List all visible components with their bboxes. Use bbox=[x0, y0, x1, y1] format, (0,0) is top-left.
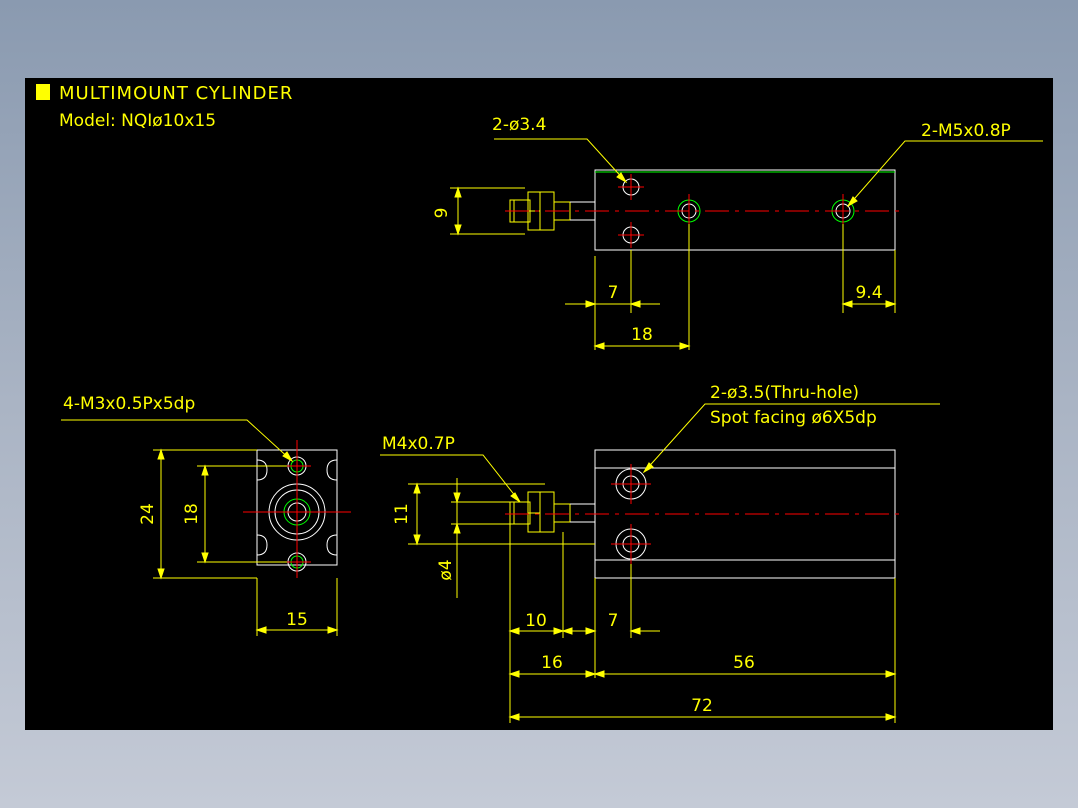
side-dim-rod-dia: ø4 bbox=[436, 559, 456, 580]
end-view: 4-M3x0.5Px5dp 24 18 15 bbox=[61, 394, 351, 636]
side-dim-rod-ext: 10 bbox=[525, 611, 547, 631]
cad-drawing: MULTIMOUNT CYLINDER Model: NQIø10x15 2-ø… bbox=[36, 83, 1043, 723]
top-dim-hole-offset: 7 bbox=[608, 283, 619, 303]
side-dim-thread-length: 11 bbox=[392, 503, 412, 525]
end-taps-callout: 4-M3x0.5Px5dp bbox=[63, 394, 195, 414]
top-centerlines bbox=[505, 174, 905, 248]
side-centerlines bbox=[505, 464, 905, 564]
end-dimensions bbox=[61, 419, 339, 636]
top-holes-callout: 2-ø3.4 bbox=[492, 115, 546, 135]
end-dim-height: 24 bbox=[138, 503, 158, 525]
drawing-title: MULTIMOUNT CYLINDER bbox=[59, 83, 293, 104]
top-ports-callout: 2-M5x0.8P bbox=[921, 121, 1011, 141]
side-thru-callout-line2: Spot facing ø6X5dp bbox=[710, 408, 877, 428]
side-dim-overall: 72 bbox=[691, 696, 713, 716]
top-view: 2-ø3.4 2-M5x0.8P 9 7 18 9.4 bbox=[432, 115, 1043, 350]
side-thru-callout-line1: 2-ø3.5(Thru-hole) bbox=[710, 383, 859, 403]
top-dim-height: 9 bbox=[432, 208, 452, 219]
top-dim-port-from-end: 18 bbox=[631, 325, 653, 345]
end-centerlines bbox=[243, 440, 351, 578]
side-rod bbox=[509, 491, 571, 533]
title-square-icon bbox=[36, 84, 50, 100]
side-dimensions bbox=[380, 403, 940, 723]
side-view: 2-ø3.5(Thru-hole) Spot facing ø6X5dp M4x… bbox=[380, 383, 940, 723]
cad-drawing-canvas: MULTIMOUNT CYLINDER Model: NQIø10x15 2-ø… bbox=[25, 78, 1053, 730]
top-dimensions bbox=[450, 138, 1043, 350]
drawing-model: Model: NQIø10x15 bbox=[59, 111, 216, 131]
end-dim-tap-pitch: 18 bbox=[182, 503, 202, 525]
top-dim-port-offset: 9.4 bbox=[855, 283, 882, 303]
side-rod-thread-callout: M4x0.7P bbox=[382, 434, 455, 454]
side-dim-hole-offset: 7 bbox=[608, 611, 619, 631]
side-dim-body-length: 56 bbox=[733, 653, 755, 673]
side-dim-rod-total: 16 bbox=[541, 653, 563, 673]
end-dim-width: 15 bbox=[286, 610, 308, 630]
